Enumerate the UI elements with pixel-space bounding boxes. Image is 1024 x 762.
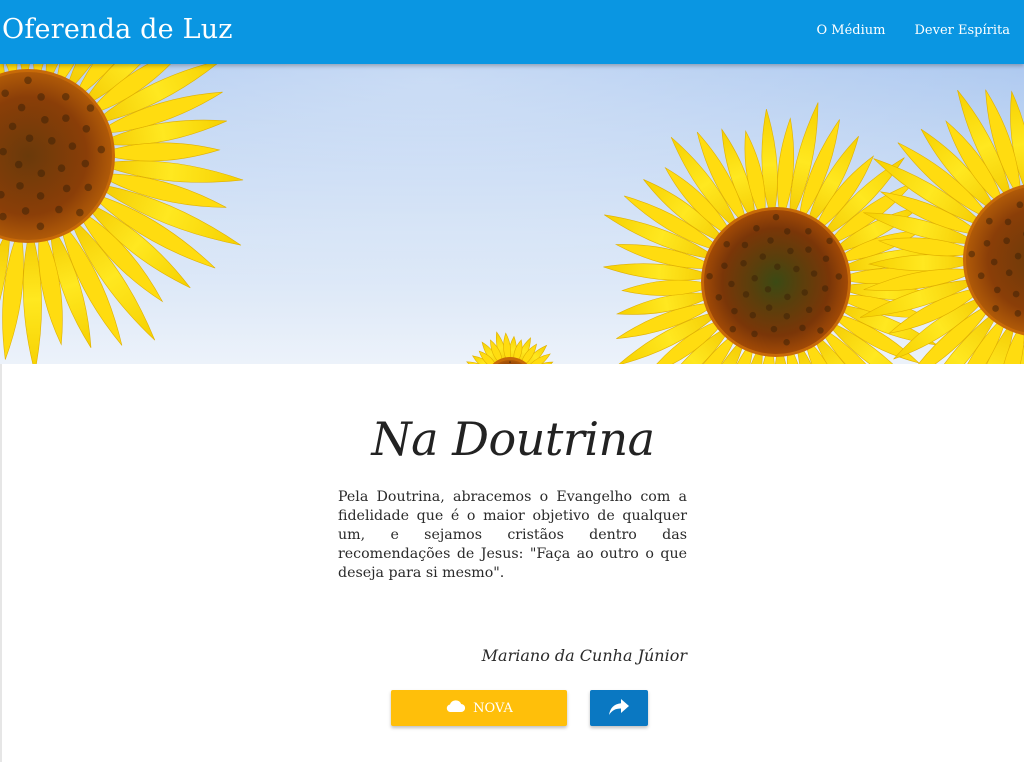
share-arrow-icon xyxy=(608,698,630,719)
message-author: Mariano da Cunha Júnior xyxy=(481,646,687,665)
brand-logo-text[interactable]: Oferenda de Luz xyxy=(2,14,233,45)
top-navbar: Oferenda de Luz O Médium Dever Espírita xyxy=(0,0,1024,64)
share-button[interactable] xyxy=(590,690,648,726)
nav-link-dever-espirita[interactable]: Dever Espírita xyxy=(915,23,1011,38)
hero-sunflower-banner xyxy=(0,64,1024,364)
message-card: Na Doutrina Pela Doutrina, abracemos o E… xyxy=(0,364,1024,762)
cloud-icon xyxy=(445,699,466,717)
message-text: Pela Doutrina, abracemos o Evangelho com… xyxy=(338,489,687,581)
sunflower-image xyxy=(0,64,1024,364)
nav-links: O Médium Dever Espírita xyxy=(817,23,1010,38)
new-message-label: NOVA xyxy=(473,700,513,716)
nav-link-o-medium[interactable]: O Médium xyxy=(817,23,886,38)
new-message-button[interactable]: NOVA xyxy=(391,690,567,726)
message-title: Na Doutrina xyxy=(371,412,655,466)
